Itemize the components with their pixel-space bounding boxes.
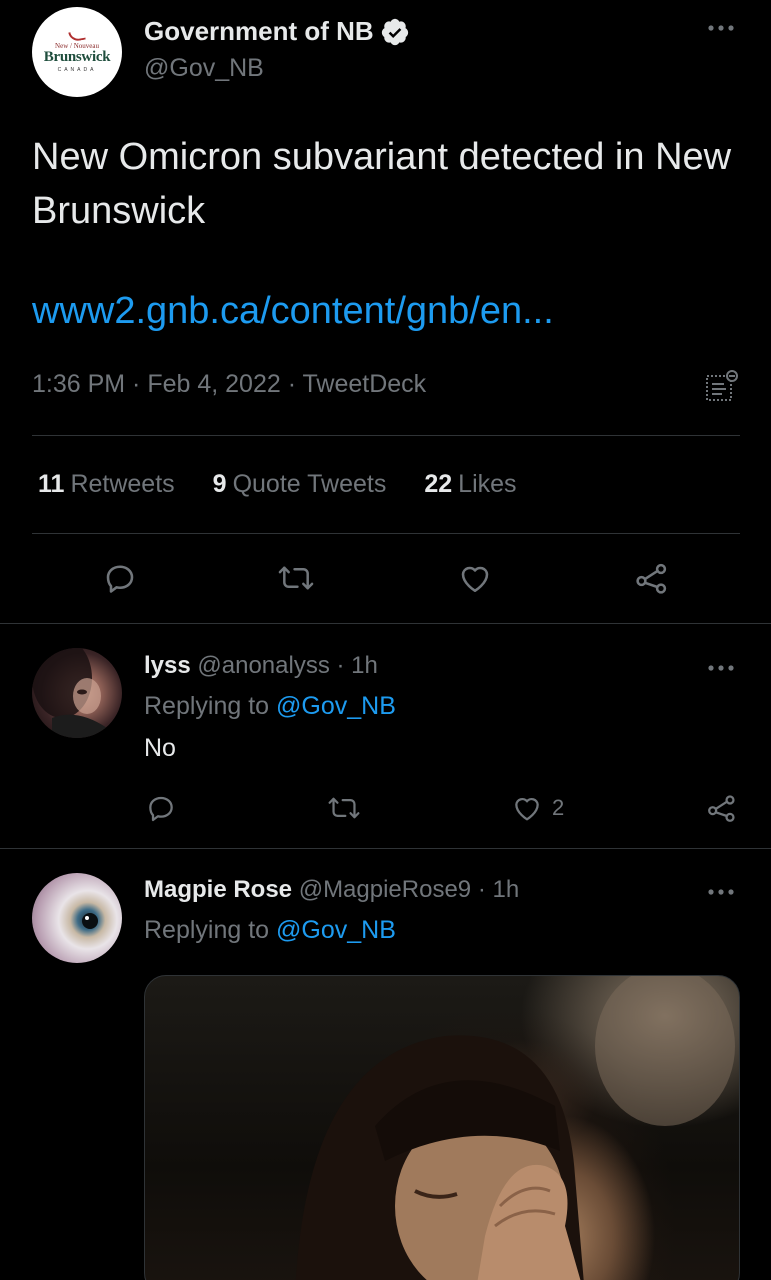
quotes-stat[interactable]: 9 Quote Tweets [213, 470, 387, 499]
reply-icon[interactable] [102, 560, 138, 596]
like-count: 2 [552, 795, 565, 820]
divider [0, 848, 771, 849]
reply-handle-time: @MagpieRose9 · 1h [298, 876, 520, 903]
replying-to-link[interactable]: @Gov_NB [276, 692, 396, 720]
verified-badge-icon [381, 18, 408, 45]
reply-text: No [144, 734, 176, 762]
more-icon[interactable] [706, 20, 736, 38]
tweet-link[interactable]: www2.gnb.ca/content/gnb/en... [32, 290, 554, 333]
more-icon[interactable] [706, 884, 736, 902]
divider [32, 435, 740, 436]
logo-word: Brunswick [43, 49, 111, 65]
logo-mark-icon [68, 29, 86, 43]
reply-author[interactable]: Magpie Rose @MagpieRose9 · 1h [144, 876, 519, 904]
like-button[interactable]: 2 [510, 792, 564, 824]
author-display-name[interactable]: Government of NB [144, 16, 374, 47]
divider [32, 533, 740, 534]
more-icon[interactable] [706, 660, 736, 678]
replying-to-link[interactable]: @Gov_NB [276, 916, 396, 944]
reply-media-gif[interactable] [144, 975, 740, 1280]
author-name[interactable]: Government of NB [144, 16, 410, 47]
reply-avatar[interactable] [32, 873, 122, 963]
divider [0, 623, 771, 624]
replying-to: Replying to @Gov_NB [144, 692, 396, 720]
reply-avatar[interactable] [32, 648, 122, 738]
like-icon[interactable] [456, 560, 494, 596]
author-handle[interactable]: @Gov_NB [144, 54, 264, 83]
reply-handle-time: @anonalyss · 1h [197, 652, 378, 679]
retweet-icon[interactable] [327, 792, 361, 824]
author-avatar[interactable]: New / Nouveau Brunswick CANADA [32, 7, 122, 97]
like-icon[interactable] [510, 792, 544, 824]
share-icon[interactable] [634, 560, 670, 596]
tweet-stats: 11 Retweets 9 Quote Tweets 22 Likes [38, 470, 517, 499]
reply-display-name[interactable]: lyss [144, 652, 191, 679]
analytics-icon[interactable] [704, 368, 740, 404]
share-icon[interactable] [706, 792, 738, 824]
reply-icon[interactable] [145, 792, 177, 824]
logo-country: CANADA [57, 67, 97, 73]
replying-to: Replying to @Gov_NB [144, 916, 396, 944]
tweet-text: New Omicron subvariant detected in New B… [32, 136, 732, 232]
retweet-icon[interactable] [277, 560, 315, 596]
tweet-meta: 1:36 PM · Feb 4, 2022 · TweetDeck [32, 370, 427, 398]
reply-display-name[interactable]: Magpie Rose [144, 876, 292, 903]
reply-author[interactable]: lyss @anonalyss · 1h [144, 652, 378, 680]
likes-stat[interactable]: 22 Likes [424, 470, 516, 499]
retweets-stat[interactable]: 11 Retweets [38, 470, 175, 499]
